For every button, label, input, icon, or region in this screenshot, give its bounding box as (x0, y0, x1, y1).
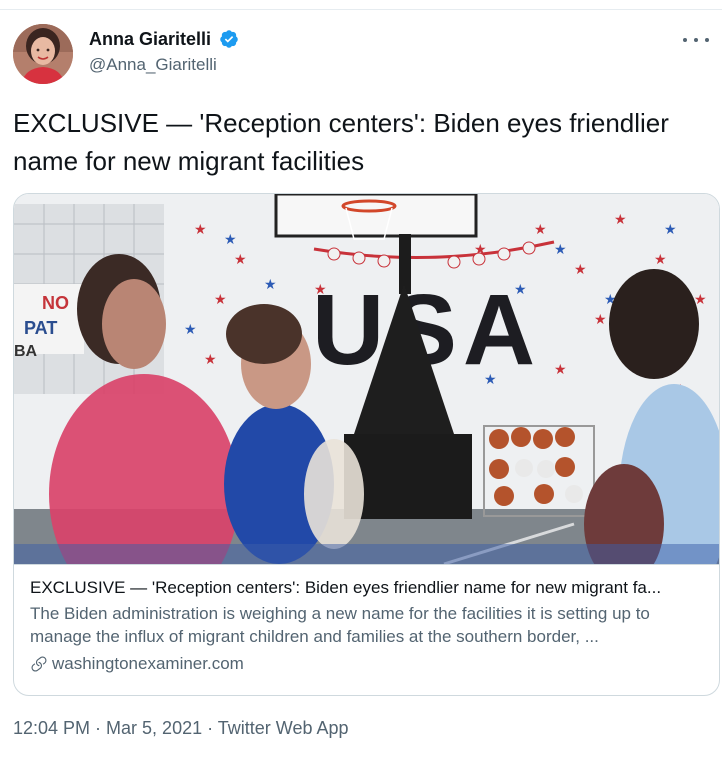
tweet-footer: 12:04 PM · Mar 5, 2021 · Twitter Web App (13, 716, 349, 740)
link-icon (31, 656, 47, 672)
tweet-time[interactable]: 12:04 PM (13, 718, 90, 738)
top-divider (0, 9, 722, 10)
svg-text:★: ★ (614, 212, 627, 228)
card-domain-text[interactable]: washingtonexaminer.com (52, 653, 244, 675)
tweet-header: Anna Giaritelli @Anna_Giaritelli (13, 22, 713, 86)
footer-separator: · (202, 718, 218, 738)
display-name[interactable]: Anna Giaritelli (89, 28, 211, 50)
svg-text:★: ★ (214, 292, 227, 308)
tweet-text: EXCLUSIVE — 'Reception centers': Biden e… (13, 108, 669, 176)
svg-text:★: ★ (594, 312, 607, 328)
link-card[interactable]: NO PAT BA ★★★ ★★★ ★★★ ★★★ ★★★ ★★ ★★★ ★★★… (13, 193, 720, 696)
more-options-icon[interactable] (683, 30, 709, 50)
card-domain[interactable]: washingtonexaminer.com (30, 653, 244, 675)
verified-badge-icon (219, 29, 239, 49)
avatar[interactable] (13, 24, 73, 84)
sign-text-1: NO (42, 293, 69, 313)
card-title[interactable]: EXCLUSIVE — 'Reception centers': Biden e… (30, 577, 710, 599)
sign-text-3: BA (14, 343, 38, 360)
svg-text:★: ★ (194, 222, 207, 238)
name-row: Anna Giaritelli (89, 28, 239, 50)
svg-text:★: ★ (664, 222, 677, 238)
sign-text-2: PAT (24, 318, 57, 338)
svg-text:★: ★ (534, 222, 547, 238)
card-description: The Biden administration is weighing a n… (30, 604, 650, 646)
tweet-date[interactable]: Mar 5, 2021 (106, 718, 202, 738)
svg-text:★: ★ (204, 352, 217, 368)
tweet-source[interactable]: Twitter Web App (218, 718, 349, 738)
footer-separator: · (90, 718, 107, 738)
card-image[interactable]: NO PAT BA ★★★ ★★★ ★★★ ★★★ ★★★ ★★ ★★★ ★★★… (14, 194, 719, 564)
svg-text:★: ★ (654, 252, 667, 268)
svg-text:★: ★ (224, 232, 237, 248)
svg-text:★: ★ (234, 252, 247, 268)
svg-text:★: ★ (554, 242, 567, 258)
user-handle[interactable]: @Anna_Giaritelli (89, 54, 217, 76)
card-meta[interactable]: EXCLUSIVE — 'Reception centers': Biden e… (14, 564, 719, 695)
svg-text:★: ★ (264, 277, 277, 293)
svg-text:★: ★ (554, 362, 567, 378)
svg-text:★: ★ (184, 322, 197, 338)
svg-text:★: ★ (574, 262, 587, 278)
